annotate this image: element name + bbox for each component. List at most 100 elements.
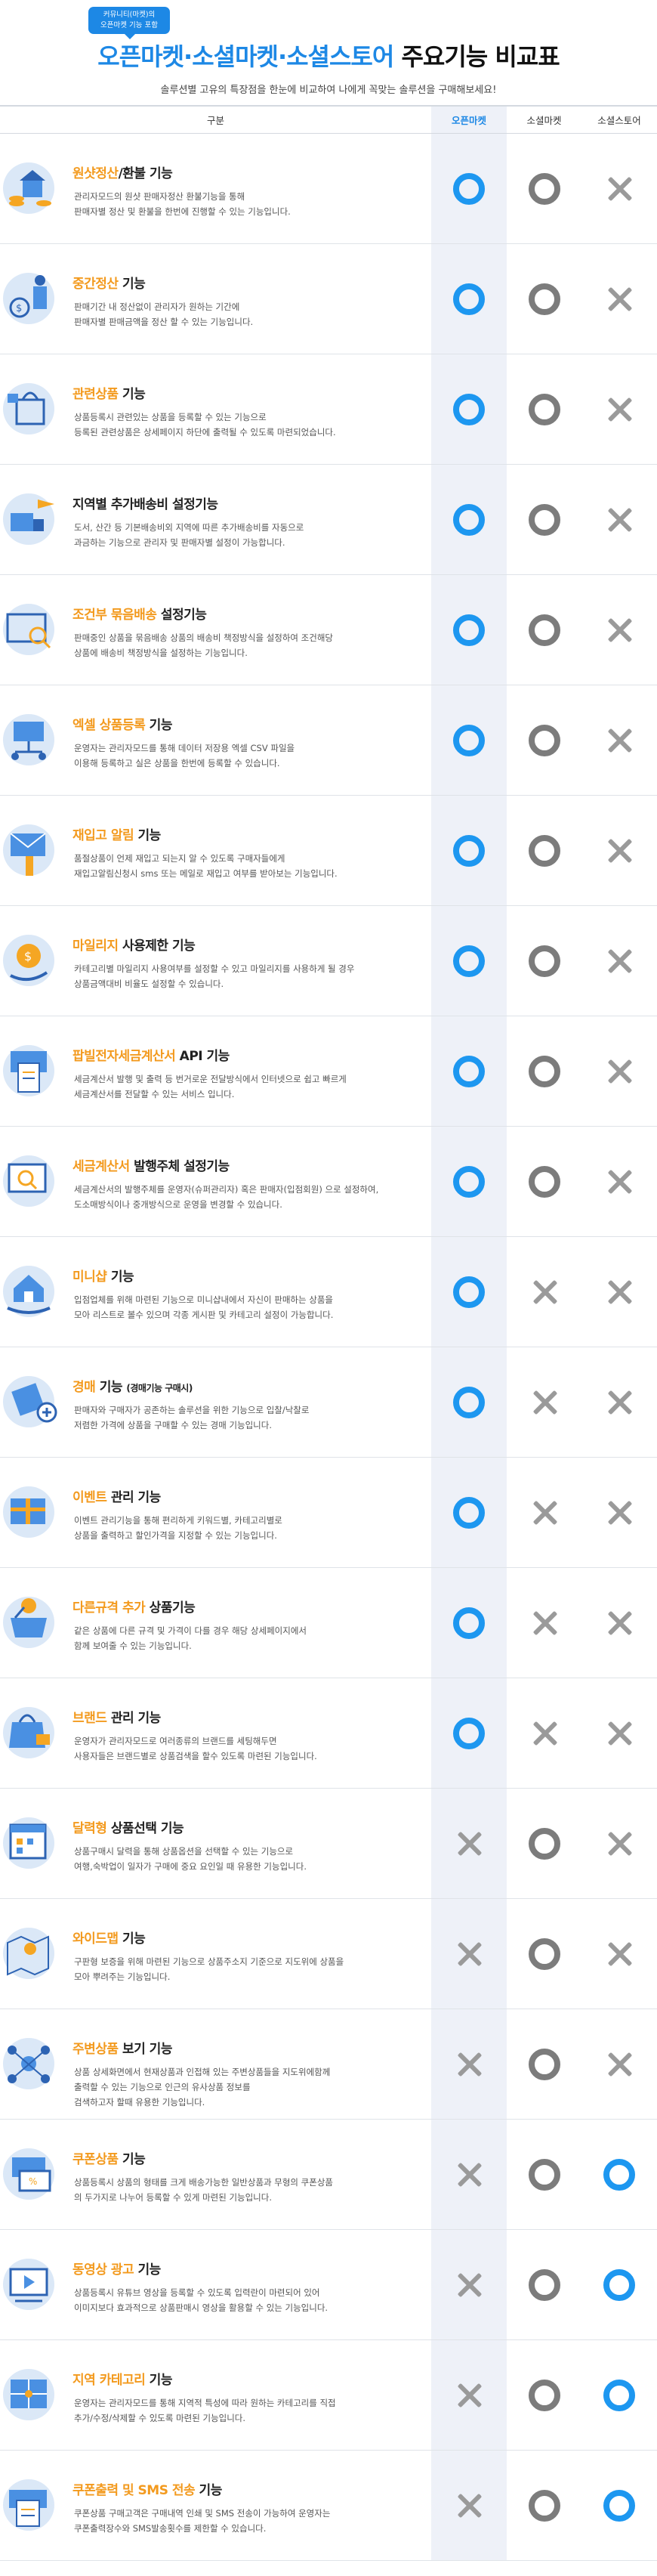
feature-title-highlight: 미니샵 bbox=[72, 1269, 107, 1285]
feature-description: 이벤트 관리기능을 통해 편리하게 키워드별, 카테고리별로 상품을 출력하고 할… bbox=[74, 1513, 429, 1543]
feature-description-line: 세금계산서의 발행주체를 운영자(슈퍼관리자) 혹은 판매자(입점회원) 으로 … bbox=[74, 1184, 379, 1195]
auction-hammer-icon bbox=[0, 1364, 65, 1435]
feature-cell: 지역별 추가배송비 설정기능 도서, 산간 등 기본배송비외 지역에 따른 추가배… bbox=[0, 464, 431, 575]
not-supported-x-icon bbox=[453, 2159, 485, 2191]
feature-description-line: 함께 보여줄 수 있는 기능입니다. bbox=[74, 1641, 192, 1651]
feature-description-line: 출력할 수 있는 기능으로 인근의 유사상품 정보를 bbox=[74, 2082, 251, 2092]
not-supported-x-icon bbox=[603, 1276, 635, 1308]
support-cell-social-market bbox=[507, 2450, 581, 2561]
feature-description-line: 판매자별 판매금액을 정산 할 수 있는 기능입니다. bbox=[74, 317, 254, 327]
support-cell-social-market bbox=[507, 1457, 581, 1568]
not-supported-x-icon bbox=[603, 173, 635, 205]
feature-description: 상품등록시 상품의 형태를 크게 배송가능한 일반상품과 무형의 쿠폰상품 의 두… bbox=[74, 2175, 429, 2205]
feature-description-line: 같은 상품에 다른 규격 및 가격이 다를 경우 해당 상세페이지에서 bbox=[74, 1625, 307, 1636]
feature-row: 달력형 상품선택 기능상품구매시 달력을 통해 상품옵션을 선택할 수 있는 기… bbox=[0, 1788, 657, 1899]
feature-title-highlight: 조건부 묶음배송 bbox=[72, 608, 157, 623]
not-supported-x-icon bbox=[603, 1166, 635, 1198]
svg-text:%: % bbox=[29, 2176, 37, 2187]
not-supported-x-icon bbox=[529, 1607, 560, 1639]
feature-description: 같은 상품에 다른 규격 및 가격이 다를 경우 해당 상세페이지에서함께 보여… bbox=[74, 1623, 429, 1653]
supported-gray-circle-icon bbox=[528, 283, 560, 315]
feature-description: 카테고리별 마일리지 사용여부를 설정할 수 있고 마일리지를 사용하게 될 경… bbox=[74, 961, 429, 991]
supported-blue-circle-icon bbox=[453, 834, 485, 867]
not-supported-x-icon bbox=[453, 1828, 485, 1860]
feature-title: 지역 카테고리 기능 bbox=[72, 2369, 172, 2388]
supported-gray-circle-icon bbox=[528, 2048, 560, 2080]
supported-gray-circle-icon bbox=[528, 1827, 560, 1860]
not-supported-x-icon bbox=[453, 2049, 485, 2080]
not-supported-x-icon bbox=[603, 1938, 635, 1970]
feature-title: 달력형 상품선택 기능 bbox=[72, 1817, 184, 1836]
feature-row: 관련상품 기능 상품등록시 관련있는 상품을 등록할 수 있는 기능으로 등록된 관… bbox=[0, 354, 657, 465]
not-supported-x-icon bbox=[603, 1607, 635, 1639]
supported-gray-circle-icon bbox=[528, 172, 560, 205]
feature-title: 미니샵 기능 bbox=[72, 1266, 134, 1285]
feature-description-line: 추가/수정/삭제할 수 있도록 마련된 기능입니다. bbox=[74, 2413, 246, 2423]
supported-blue-circle-icon bbox=[603, 2379, 635, 2411]
feature-row: $ 중간정산 기능 판매기간 내 정산없이 관리자가 원하는 기간에 판매자별 판매금… bbox=[0, 243, 657, 354]
feature-title-rest: 기능 bbox=[95, 1380, 123, 1395]
feature-title-rest: 기능 bbox=[134, 2262, 162, 2278]
feature-description-line: 도소매방식이나 중개방식으로 운영을 변경할 수 있습니다. bbox=[74, 1199, 282, 1210]
map-pin-icon bbox=[0, 1916, 65, 1987]
feature-row: 주변상품 보기 기능 상품 상세화면에서 현재상품과 인접해 있는 주변상품들을 … bbox=[0, 2009, 657, 2120]
feature-description-line: 세금계산서를 전달할 수 있는 서비스 입니다. bbox=[74, 1089, 235, 1099]
feature-cell: 브랜드 관리 기능 운영자가 관리자모드로 여러종류의 브랜드를 세팅해두면 사용자… bbox=[0, 1678, 431, 1789]
not-supported-x-icon bbox=[603, 1387, 635, 1418]
feature-title: 팝빌전자세금계산서 API 기능 bbox=[72, 1045, 230, 1064]
support-cell-social-store bbox=[581, 1678, 657, 1789]
page-header: 커뮤니티(마켓)의 오픈마켓 기능 포함 오픈마켓·소셜마켓·소셜스토어 주요기… bbox=[0, 0, 657, 105]
shopping-bag-icon bbox=[0, 371, 65, 442]
feature-cell: 미니샵 기능입점업체를 위해 마련된 기능으로 미니샵내에서 자신이 판매하는 … bbox=[0, 1236, 431, 1347]
feature-description: 입점업체를 위해 마련된 기능으로 미니샵내에서 자신이 판매하는 상품을 모아 … bbox=[74, 1292, 429, 1322]
feature-row: % 쿠폰상품 기능 상품등록시 상품의 형태를 크게 배송가능한 일반상품과 무형의… bbox=[0, 2119, 657, 2230]
feature-title-highlight: 달력형 bbox=[72, 1821, 107, 1836]
feature-title-highlight: 엑셀 상품등록 bbox=[72, 718, 146, 733]
supported-gray-circle-icon bbox=[528, 724, 560, 756]
supported-blue-circle-icon bbox=[453, 172, 485, 205]
supported-gray-circle-icon bbox=[528, 1055, 560, 1087]
feature-cell: 관련상품 기능 상품등록시 관련있는 상품을 등록할 수 있는 기능으로 등록된 관… bbox=[0, 354, 431, 465]
feature-description-line: 검색하고자 할때 유용한 기능입니다. bbox=[74, 2097, 205, 2107]
basket-add-icon bbox=[0, 1585, 65, 1656]
feature-title-highlight: 마일리지 bbox=[72, 939, 119, 954]
feature-row: 이벤트 관리 기능 이벤트 관리기능을 통해 편리하게 키워드별, 카테고리별로 상… bbox=[0, 1457, 657, 1568]
feature-title: 쿠폰출력 및 SMS 전송 기능 bbox=[72, 2479, 222, 2498]
not-supported-x-icon bbox=[453, 2380, 485, 2411]
feature-description-line: 상품 상세화면에서 현재상품과 인접해 있는 주변상품들을 지도위에함께 bbox=[74, 2067, 331, 2077]
community-badge: 커뮤니티(마켓)의 오픈마켓 기능 포함 bbox=[88, 7, 170, 39]
not-supported-x-icon bbox=[603, 614, 635, 646]
feature-cell: $ 마일리지 사용제한 기능 카테고리별 마일리지 사용여부를 설정할 수 있고 마… bbox=[0, 905, 431, 1016]
feature-row: 다른규격 추가 상품기능 같은 상품에 다른 규격 및 가격이 다를 경우 해당 … bbox=[0, 1567, 657, 1678]
supported-blue-circle-icon bbox=[453, 1055, 485, 1087]
support-cell-open-market bbox=[431, 2339, 507, 2451]
feature-description-line: 판매중인 상품을 묶음배송 상품의 배송비 책정방식을 설정하여 조건해당 bbox=[74, 632, 333, 643]
network-nodes-icon bbox=[0, 2026, 65, 2097]
feature-description-line: 세금계산서 발행 및 출력 등 번거로운 전달방식에서 인터넷으로 쉽고 빠르게 bbox=[74, 1074, 347, 1084]
feature-title: 원샷정산/환불 기능 bbox=[72, 162, 173, 181]
support-cell-open-market bbox=[431, 1567, 507, 1678]
feature-title: 와이드맵 기능 bbox=[72, 1928, 146, 1947]
feature-cell: 이벤트 관리 기능 이벤트 관리기능을 통해 편리하게 키워드별, 카테고리별로 상… bbox=[0, 1457, 431, 1568]
feature-description-line: 상품구매시 달력을 통해 상품옵션을 선택할 수 있는 기능으로 bbox=[74, 1846, 294, 1857]
feature-title: 브랜드 관리 기능 bbox=[72, 1707, 161, 1726]
comparison-page: 커뮤니티(마켓)의 오픈마켓 기능 포함 오픈마켓·소셜마켓·소셜스토어 주요기… bbox=[0, 0, 657, 2561]
not-supported-x-icon bbox=[529, 1387, 560, 1418]
support-cell-social-market bbox=[507, 1788, 581, 1899]
feature-description-line: 카테고리별 마일리지 사용여부를 설정할 수 있고 마일리지를 사용하게 될 경… bbox=[74, 963, 355, 974]
feature-title-rest: 기능 bbox=[145, 2373, 173, 2388]
feature-row: 와이드맵 기능 구판형 보증을 위해 마련된 기능으로 상품주소지 기준으로 지도… bbox=[0, 1898, 657, 2009]
feature-description-line: 상품에 배송비 책정방식을 설정하는 기능입니다. bbox=[74, 648, 248, 658]
supported-blue-circle-icon bbox=[453, 945, 485, 977]
feature-title: 경매 기능 (경매기능 구매시) bbox=[72, 1376, 193, 1395]
support-cell-social-store bbox=[581, 1567, 657, 1678]
svg-text:$: $ bbox=[16, 303, 22, 314]
support-cell-social-store bbox=[581, 1347, 657, 1458]
support-cell-social-market bbox=[507, 574, 581, 685]
feature-title-rest: 기능 bbox=[134, 828, 162, 843]
feature-cell: 조건부 묶음배송 설정기능 판매중인 상품을 묶음배송 상품의 배송비 책정방식을… bbox=[0, 574, 431, 685]
title-comparison: 주요기능 비교표 bbox=[393, 42, 560, 71]
feature-description: 상품 상세화면에서 현재상품과 인접해 있는 주변상품들을 지도위에함께출력할 … bbox=[74, 2064, 429, 2110]
column-header-social-store: 소셜스토어 bbox=[581, 105, 657, 134]
title-solutions: 오픈마켓·소셜마켓·소셜스토어 bbox=[97, 42, 394, 71]
